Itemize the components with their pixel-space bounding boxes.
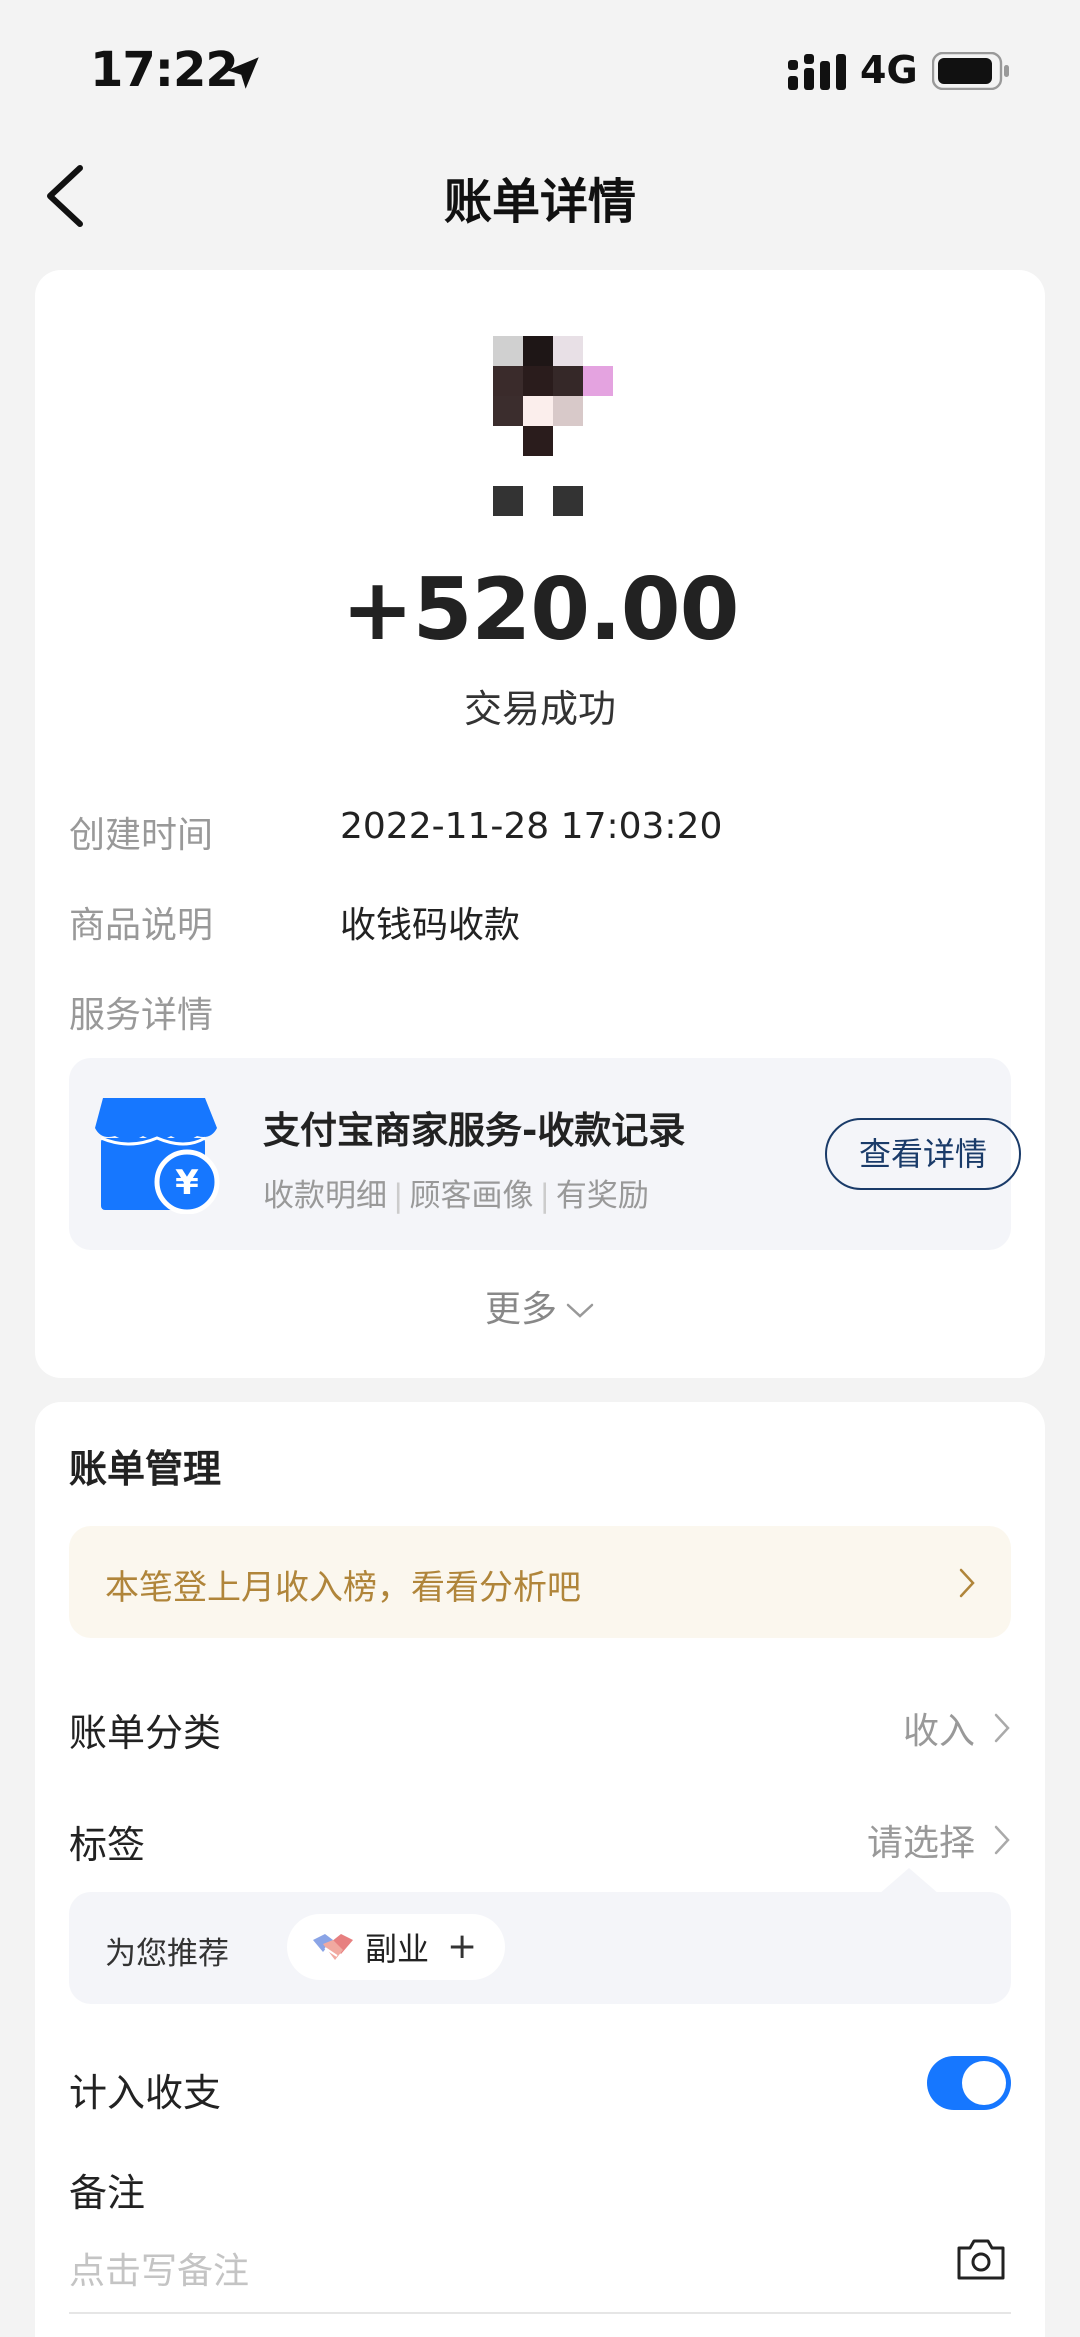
payer-avatar: [493, 336, 613, 516]
note-input[interactable]: 点击写备注: [69, 2242, 249, 2294]
toggle-knob: [962, 2061, 1006, 2105]
service-tag: 收款明细: [263, 1178, 387, 1214]
service-detail-label: 服务详情: [69, 995, 214, 1036]
handshake-icon: [313, 1934, 353, 1960]
note-label: 备注: [69, 2171, 146, 2215]
signal-icon: [788, 54, 846, 90]
product-desc-label: 商品说明: [69, 905, 214, 946]
category-label: 账单分类: [69, 1711, 222, 1755]
tag-chip-side-job[interactable]: 副业 +: [287, 1914, 505, 1980]
service-tag: 有奖励: [555, 1178, 649, 1214]
merchant-service-card[interactable]: ¥ 支付宝商家服务-收款记录 收款明细 | 顾客画像 | 有奖励 查看详情: [69, 1058, 1021, 1250]
recommend-label: 为您推荐: [105, 1936, 229, 1972]
chevron-right-icon: [994, 1713, 1010, 1743]
service-tag: 顾客画像: [409, 1178, 534, 1214]
chip-label: 副业: [365, 1930, 430, 1968]
transaction-status: 交易成功: [463, 687, 616, 731]
service-title: 支付宝商家服务-收款记录: [263, 1109, 686, 1152]
battery-icon: [932, 52, 1009, 90]
tag-selector[interactable]: 请选择: [867, 1814, 1011, 1866]
view-details-button[interactable]: 查看详情: [825, 1118, 1021, 1190]
created-time-value: 2022-11-28 17:03:20: [340, 806, 723, 847]
plus-icon: +: [447, 1926, 478, 1967]
chevron-right-icon: [994, 1825, 1010, 1855]
income-rank-banner[interactable]: 本笔登上月收入榜，看看分析吧: [69, 1526, 1011, 1638]
status-time: 17:22: [90, 42, 239, 98]
status-bar: 17:22 4G: [0, 0, 1080, 140]
category-value: 收入: [902, 1711, 975, 1752]
created-time-label: 创建时间: [69, 815, 214, 856]
nav-bar: 账单详情: [0, 140, 1080, 250]
chevron-right-icon: [959, 1568, 975, 1598]
chevron-down-icon: [566, 1303, 594, 1318]
camera-icon[interactable]: [955, 2236, 1007, 2282]
tag-recommendations: 为您推荐 副业 +: [69, 1892, 1011, 2004]
tag-separator: |: [539, 1178, 550, 1214]
include-stats-label: 计入收支: [69, 2071, 222, 2115]
section-title: 账单管理: [69, 1447, 222, 1491]
amount: +520.00: [341, 560, 740, 660]
tag-value: 请选择: [866, 1823, 975, 1864]
banner-text: 本笔登上月收入榜，看看分析吧: [105, 1568, 581, 1608]
more-label: 更多: [484, 1289, 557, 1330]
network-type: 4G: [860, 48, 918, 92]
divider: [69, 2312, 1011, 2314]
svg-text:¥: ¥: [175, 1163, 199, 1203]
include-stats-toggle[interactable]: [927, 2056, 1011, 2110]
tag-label: 标签: [69, 1823, 146, 1867]
transaction-card: +520.00 交易成功 创建时间 2022-11-28 17:03:20 商品…: [35, 270, 1045, 1378]
merchant-store-icon: ¥: [95, 1098, 220, 1214]
tag-separator: |: [393, 1178, 404, 1214]
page-title: 账单详情: [443, 174, 636, 230]
more-button[interactable]: 更多: [35, 1280, 1045, 1332]
location-arrow-icon: [227, 57, 259, 89]
bill-management-card: 账单管理 本笔登上月收入榜，看看分析吧 账单分类 收入 标签 请选择 为您推荐 …: [35, 1402, 1045, 2337]
service-tags: 收款明细 | 顾客画像 | 有奖励: [263, 1170, 649, 1215]
product-desc-value: 收钱码收款: [340, 905, 521, 946]
popover-notch: [879, 1868, 939, 1894]
category-selector[interactable]: 收入: [903, 1702, 1011, 1754]
